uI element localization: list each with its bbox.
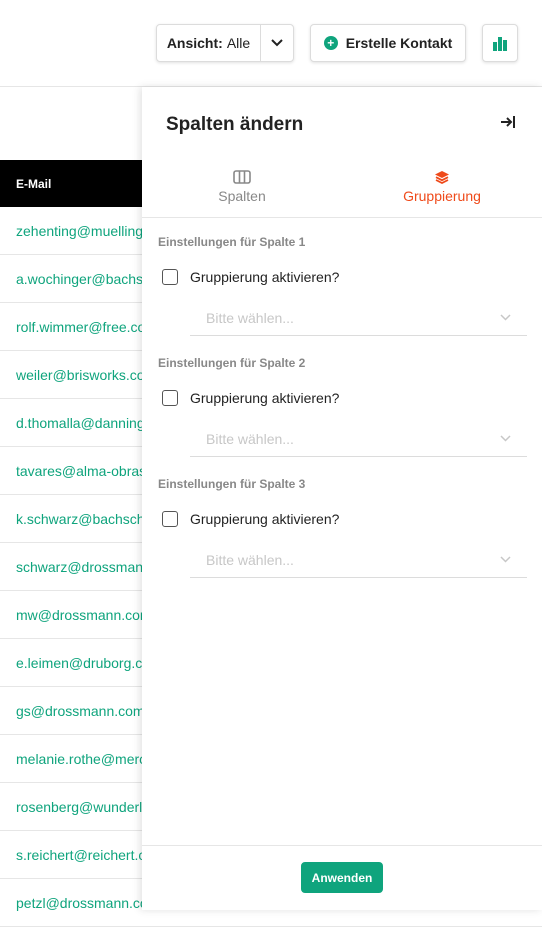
grouping-checkbox-3[interactable] xyxy=(162,511,178,527)
email-cell[interactable]: s.reichert@reichert.c xyxy=(16,847,145,863)
column-settings-panel: Spalten ändern Spalten Gruppierung Einst… xyxy=(142,87,542,910)
grouping-select-2[interactable]: Bitte wählen... xyxy=(190,421,527,457)
email-cell[interactable]: melanie.rothe@merc xyxy=(16,751,146,767)
panel-footer: Anwenden xyxy=(142,845,542,910)
grouping-checkbox-row-1[interactable]: Gruppierung aktivieren? xyxy=(162,269,339,285)
section-title-column-3: Einstellungen für Spalte 3 xyxy=(158,477,306,491)
email-cell[interactable]: d.thomalla@danning xyxy=(16,415,145,431)
view-prefix: Ansicht: xyxy=(166,35,223,51)
tab-grouping[interactable]: Gruppierung xyxy=(342,165,542,217)
view-selector-label[interactable]: Ansicht: Alle xyxy=(157,25,261,61)
email-cell[interactable]: gs@drossmann.com xyxy=(16,703,145,719)
grouping-select-placeholder-3: Bitte wählen... xyxy=(206,551,294,568)
section-title-column-2: Einstellungen für Spalte 2 xyxy=(158,356,306,370)
section-title-column-1: Einstellungen für Spalte 1 xyxy=(158,235,306,249)
email-cell[interactable]: tavares@alma-obras xyxy=(16,463,146,479)
tab-grouping-label: Gruppierung xyxy=(403,188,481,204)
chevron-down-icon[interactable] xyxy=(261,25,293,61)
grouping-select-placeholder-1: Bitte wählen... xyxy=(206,309,294,326)
email-cell[interactable]: rolf.wimmer@free.co xyxy=(16,319,145,335)
chevron-down-icon xyxy=(500,314,511,321)
grouping-checkbox-row-3[interactable]: Gruppierung aktivieren? xyxy=(162,511,339,527)
grouping-select-1[interactable]: Bitte wählen... xyxy=(190,300,527,336)
panel-title: Spalten ändern xyxy=(166,114,304,135)
email-cell[interactable]: zehenting@muelling xyxy=(16,223,143,239)
tab-columns-label: Spalten xyxy=(218,188,266,204)
grouping-checkbox-label-2: Gruppierung aktivieren? xyxy=(190,390,340,406)
panel-tabs: Spalten Gruppierung xyxy=(142,165,542,218)
layers-icon xyxy=(435,171,449,184)
grouping-checkbox-2[interactable] xyxy=(162,390,178,406)
plus-circle-icon: + xyxy=(323,36,338,50)
view-value: Alle xyxy=(226,35,251,51)
columns-icon xyxy=(233,170,251,184)
email-cell[interactable]: petzl@drossmann.co xyxy=(16,895,148,911)
email-cell[interactable]: rosenberg@wunderli xyxy=(16,799,145,815)
email-cell[interactable]: schwarz@drossman xyxy=(16,559,143,575)
email-cell[interactable]: k.schwarz@bachsch xyxy=(16,511,145,527)
grouping-checkbox-1[interactable] xyxy=(162,269,178,285)
grouping-checkbox-label-1: Gruppierung aktivieren? xyxy=(190,269,340,285)
top-toolbar: Ansicht: Alle + Erstelle Kontakt xyxy=(0,0,542,87)
email-cell[interactable]: e.leimen@druborg.c xyxy=(16,655,142,671)
grouping-checkbox-row-2[interactable]: Gruppierung aktivieren? xyxy=(162,390,339,406)
email-cell[interactable]: weiler@brisworks.co xyxy=(16,367,145,383)
create-contact-button[interactable]: + Erstelle Kontakt xyxy=(310,24,466,62)
grouping-select-3[interactable]: Bitte wählen... xyxy=(190,542,527,578)
statistics-button[interactable] xyxy=(482,24,518,62)
chevron-down-icon xyxy=(500,435,511,442)
create-contact-label: Erstelle Kontakt xyxy=(345,35,453,51)
tab-columns[interactable]: Spalten xyxy=(142,165,342,217)
email-cell[interactable]: mw@drossmann.cor xyxy=(16,607,145,623)
grouping-select-placeholder-2: Bitte wählen... xyxy=(206,430,294,447)
bar-chart-icon xyxy=(493,36,507,51)
view-selector[interactable]: Ansicht: Alle xyxy=(156,24,294,62)
apply-button[interactable]: Anwenden xyxy=(301,862,383,893)
chevron-down-icon xyxy=(500,556,511,563)
collapse-panel-icon[interactable] xyxy=(500,115,516,134)
grouping-checkbox-label-3: Gruppierung aktivieren? xyxy=(190,511,340,527)
email-cell[interactable]: a.wochinger@bachs xyxy=(16,271,143,287)
